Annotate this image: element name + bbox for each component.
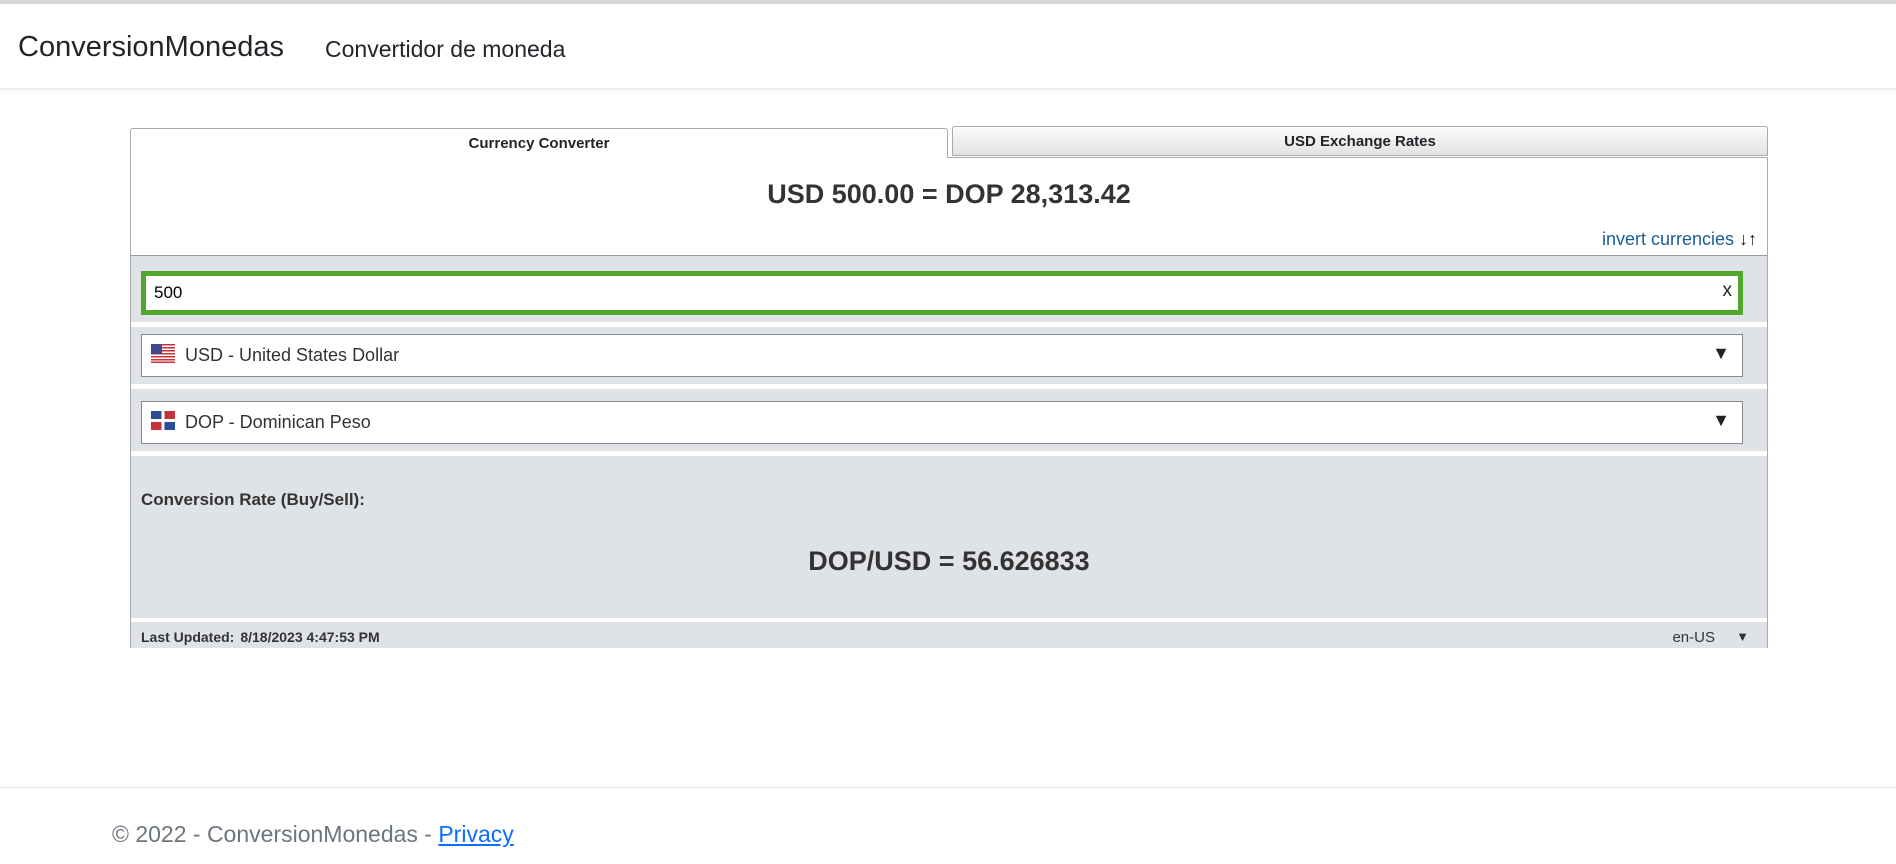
to-currency-label: DOP - Dominican Peso xyxy=(185,412,371,432)
conversion-rate-label: Conversion Rate (Buy/Sell): xyxy=(141,490,365,509)
nav-link-convertidor[interactable]: Convertidor de moneda xyxy=(325,36,565,63)
invert-currencies-link[interactable]: invert currencies ↓↑ xyxy=(1602,229,1757,250)
locale-select[interactable]: en-US xyxy=(1672,629,1715,646)
amount-field-wrapper: x xyxy=(141,271,1743,315)
conversion-rate-value: DOP/USD = 56.626833 xyxy=(808,546,1090,576)
to-currency-select[interactable]: DOP - Dominican Peso ▼ xyxy=(141,401,1743,444)
clear-amount-button[interactable]: x xyxy=(1723,280,1733,302)
divider xyxy=(131,384,1767,389)
page-footer: © 2022 - ConversionMonedas - Privacy xyxy=(0,787,1896,864)
do-flag-icon xyxy=(151,411,175,430)
divider xyxy=(131,322,1767,327)
chevron-down-icon[interactable]: ▼ xyxy=(1712,343,1730,364)
copyright: © 2022 - ConversionMonedas - Privacy xyxy=(112,821,514,848)
last-updated-value: 8/18/2023 4:47:53 PM xyxy=(240,629,380,645)
tab-currency-converter[interactable]: Currency Converter xyxy=(130,128,948,158)
converter-panel: USD 500.00 = DOP 28,313.42 invert curren… xyxy=(130,157,1768,648)
from-currency-label: USD - United States Dollar xyxy=(185,345,400,365)
last-updated-label: Last Updated: xyxy=(141,629,235,645)
us-flag-icon xyxy=(151,344,175,363)
invert-currencies-label[interactable]: invert currencies xyxy=(1602,229,1734,249)
brand-link[interactable]: ConversionMonedas xyxy=(18,31,284,64)
divider xyxy=(131,618,1767,622)
from-currency-select[interactable]: USD - United States Dollar ▼ xyxy=(141,334,1743,377)
currency-widget: Currency Converter USD Exchange Rates US… xyxy=(130,126,1768,648)
swap-arrows-icon[interactable]: ↓↑ xyxy=(1739,229,1757,249)
divider xyxy=(131,451,1767,456)
navbar: ConversionMonedas Convertidor de moneda xyxy=(0,4,1896,89)
privacy-link[interactable]: Privacy xyxy=(438,821,513,847)
amount-input[interactable] xyxy=(154,276,1694,310)
converter-form: x USD - United States Dollar ▼ xyxy=(131,255,1767,648)
conversion-result: USD 500.00 = DOP 28,313.42 xyxy=(767,179,1131,209)
last-updated: Last Updated: 8/18/2023 4:47:53 PM xyxy=(141,629,380,645)
chevron-down-icon[interactable]: ▼ xyxy=(1736,629,1749,644)
tab-usd-exchange-rates[interactable]: USD Exchange Rates xyxy=(952,126,1768,156)
copyright-text: © 2022 - ConversionMonedas - xyxy=(112,821,439,847)
chevron-down-icon[interactable]: ▼ xyxy=(1712,410,1730,431)
